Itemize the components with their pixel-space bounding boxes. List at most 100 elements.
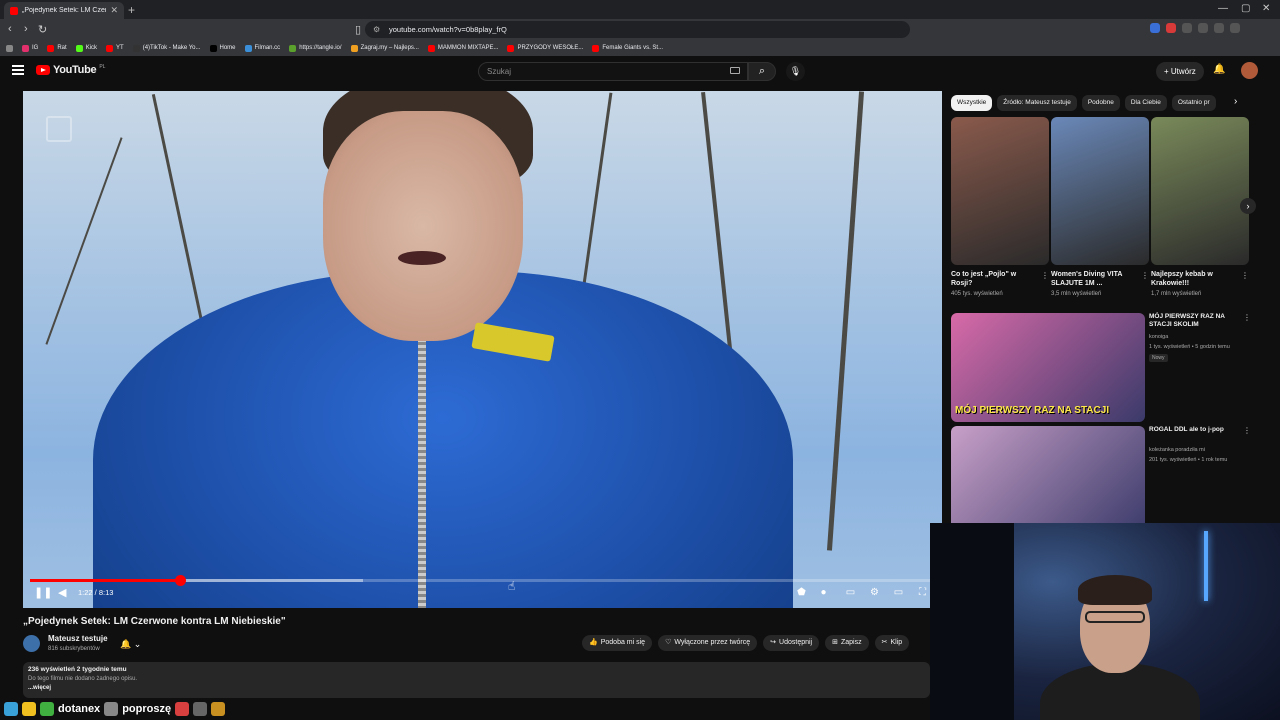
filter-chip[interactable]: Podobne (1081, 95, 1120, 111)
filter-chip[interactable]: Dla Ciebie (1124, 95, 1167, 111)
back-icon[interactable]: ‹ (8, 23, 12, 35)
short-card[interactable]: Co to jest „Pojlo" w Rosji? 405 tys. wyśw… (951, 117, 1049, 297)
subtitles-icon[interactable]: ▭ (845, 588, 856, 598)
minimize-icon[interactable]: — (1218, 3, 1228, 14)
forward-icon[interactable]: › (24, 23, 28, 35)
channel-name[interactable]: konoiga (1149, 334, 1168, 340)
streamer-webcam (930, 523, 1280, 720)
bookmark-label: Zagraj.my – Najleps... (360, 45, 419, 51)
autoplay-toggle[interactable]: ● (818, 588, 829, 598)
bookmark-item[interactable]: MAMMON MIXTAPE... (427, 44, 498, 52)
video-player[interactable]: ❚❚ ◀ 1:22 / 8:13 ⬟ ● ▭ ⚙ ▭ ⛶ ☝ (23, 91, 942, 608)
description-box[interactable]: 236 wyświetleń 2 tygodnie temu Do tego f… (23, 662, 930, 698)
more-options-icon[interactable]: ⋮ (1243, 426, 1251, 435)
short-title[interactable]: Najlepszy kebab w Krakowie!!! (1151, 270, 1239, 288)
theater-mode-icon[interactable]: ▭ (893, 588, 904, 598)
apps-icon[interactable] (6, 44, 13, 52)
keyboard-icon[interactable] (730, 67, 740, 74)
channel-name[interactable]: Mateusz testuje (48, 634, 108, 643)
webcam-wall (930, 523, 1014, 720)
shorts-next-button[interactable]: › (1240, 198, 1256, 214)
short-card[interactable]: Women's Diving VITA SLAJUTE 1M ... 3,5 ml… (1051, 117, 1149, 297)
show-more-link[interactable]: ...więcej (28, 685, 925, 691)
filter-chip[interactable]: Źródło: Mateusz testuje (997, 95, 1077, 111)
bookmark-item[interactable]: Rat (47, 44, 67, 52)
bookmark-label: (4)TikTok - Make Yo... (142, 45, 201, 51)
short-thumbnail[interactable] (1051, 117, 1149, 265)
bookmark-item[interactable]: Zagraj.my – Najleps... (350, 44, 419, 52)
filter-chip[interactable]: Wszystkie (951, 95, 993, 111)
new-tab-button[interactable]: + (128, 3, 135, 17)
create-button[interactable]: + Utwórz (1156, 62, 1204, 81)
more-options-icon[interactable]: ⋮ (1243, 313, 1251, 322)
bookmark-item[interactable]: Home (209, 44, 236, 52)
progress-scrubber[interactable] (174, 575, 186, 586)
channel-watermark-icon[interactable] (46, 116, 72, 142)
extension-icon[interactable] (1182, 23, 1192, 33)
bookmark-item[interactable]: Filman.cc (244, 44, 280, 52)
close-window-icon[interactable]: ✕ (1262, 3, 1270, 14)
site-info-icon[interactable]: ⚙ (373, 21, 380, 38)
short-card[interactable]: Najlepszy kebab w Krakowie!!! 1,7 mln wyś… (1151, 117, 1249, 297)
action-button-5[interactable]: ✂ Klip (874, 635, 910, 651)
voice-search-button[interactable]: 🎙 (786, 62, 805, 81)
bookmark-item[interactable]: (4)TikTok - Make Yo... (132, 44, 201, 52)
short-title[interactable]: Women's Diving VITA SLAJUTE 1M ... (1051, 270, 1139, 288)
video-thumbnail[interactable] (951, 426, 1145, 535)
extension-icon[interactable] (1198, 23, 1208, 33)
channel-avatar[interactable] (23, 635, 40, 652)
bookmark-item[interactable]: Female Giants vs. St... (592, 44, 663, 52)
bookmark-item[interactable]: Kick (75, 44, 97, 52)
short-thumbnail[interactable] (1151, 117, 1249, 265)
url-field[interactable]: ⚙ youtube.com/watch?v=0b8play_frQ (365, 21, 910, 38)
browser-tab[interactable]: „Pojedynek Setek: LM Czerwo ✕ (4, 2, 124, 19)
chips-next-icon[interactable]: › (1234, 96, 1237, 107)
bookmark-item[interactable]: PRZYGODY WESOŁE... (507, 44, 583, 52)
extension-icon[interactable] (1166, 23, 1176, 33)
shield-icon[interactable]: ⬟ (796, 588, 807, 598)
recommended-video[interactable]: ROGAL DDL ale to j-pop koleżanka poradził… (951, 426, 1269, 535)
bookmark-star-icon[interactable]: ▯ (355, 23, 361, 36)
extension-icon[interactable] (1230, 23, 1240, 33)
filter-chip[interactable]: Ostatnio pr (1171, 95, 1216, 111)
bookmark-item[interactable]: IG (22, 44, 38, 52)
bookmark-item[interactable]: YT (106, 44, 124, 52)
subscription-bell-button[interactable]: 🔔 ⌄ (120, 636, 156, 652)
action-button-4[interactable]: ⊞ Zapisz (825, 635, 869, 651)
bookmark-item[interactable]: https://tangle.io/ (289, 44, 342, 52)
more-options-icon[interactable]: ⋮ (1041, 271, 1049, 280)
url-text: youtube.com/watch?v=0b8play_frQ (389, 25, 507, 34)
bookmark-favicon-icon (289, 44, 297, 52)
settings-gear-icon[interactable]: ⚙ (869, 588, 880, 598)
user-avatar[interactable] (1241, 62, 1258, 79)
video-title[interactable]: MÓJ PIERWSZY RAZ NA STACJI SKOLIM (1149, 313, 1244, 329)
pause-icon[interactable]: ❚❚ (34, 586, 52, 599)
close-tab-icon[interactable]: ✕ (110, 5, 118, 16)
action-button-2[interactable]: ♡ Wyłączone przez twórcę (658, 635, 758, 651)
fullscreen-icon[interactable]: ⛶ (917, 588, 928, 598)
more-options-icon[interactable]: ⋮ (1141, 271, 1149, 280)
search-button[interactable]: ⌕ (748, 62, 776, 81)
reload-icon[interactable]: ↻ (38, 23, 47, 36)
menu-icon[interactable] (12, 65, 24, 75)
youtube-logo[interactable]: YouTube PL (36, 64, 105, 76)
notifications-bell-icon[interactable]: 🔔 (1213, 64, 1225, 75)
action-button-3[interactable]: ↪ Udostępnij (763, 635, 820, 651)
extension-icon[interactable] (1214, 23, 1224, 33)
video-title[interactable]: ROGAL DDL ale to j-pop (1149, 426, 1244, 434)
short-thumbnail[interactable] (951, 117, 1049, 265)
recommended-video[interactable]: MÓJ PIERWSZY RAZ NA STACJI MÓJ PIERWSZY R… (951, 313, 1269, 422)
volume-icon[interactable]: ◀ (58, 586, 66, 599)
progress-bar[interactable] (30, 575, 930, 586)
action-button-1[interactable]: 👍 Podoba mi się (582, 635, 653, 651)
more-options-icon[interactable]: ⋮ (1241, 271, 1249, 280)
maximize-icon[interactable]: ▢ (1241, 3, 1250, 14)
bookmark-label: Home (219, 45, 236, 51)
extension-icon[interactable] (1150, 23, 1160, 33)
video-thumbnail[interactable]: MÓJ PIERWSZY RAZ NA STACJI (951, 313, 1145, 422)
search-input[interactable]: Szukaj (478, 62, 748, 81)
bookmark-label: YT (116, 45, 124, 51)
video-actions: 👍 Podoba mi się ♡ Wyłączone przez twórcę ↪ Ud… (582, 635, 910, 651)
channel-name[interactable]: koleżanka poradziła mi (1149, 447, 1205, 453)
short-title[interactable]: Co to jest „Pojlo" w Rosji? (951, 270, 1039, 288)
